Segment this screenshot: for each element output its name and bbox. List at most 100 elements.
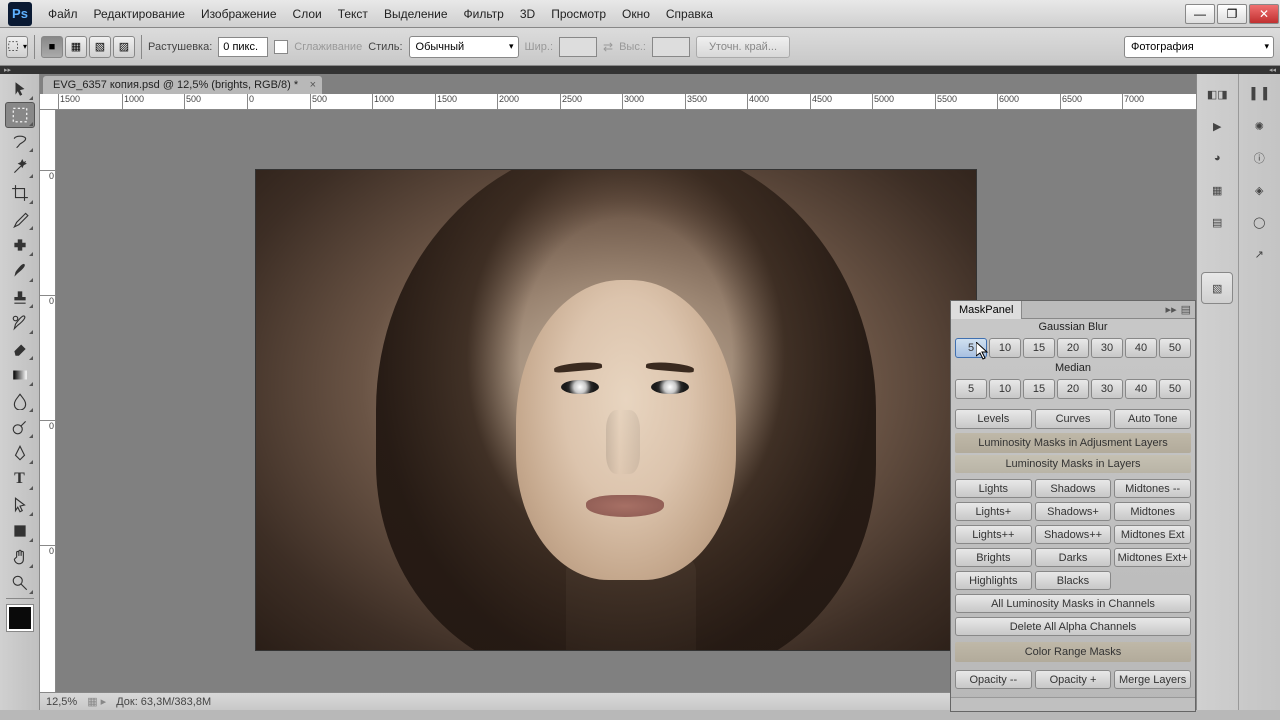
gear-icon[interactable]: ✺ (1245, 114, 1273, 138)
refine-edge-button[interactable]: Уточн. край... (696, 36, 790, 58)
gblur-30[interactable]: 30 (1091, 338, 1123, 358)
menu-select[interactable]: Выделение (376, 0, 456, 27)
curves-button[interactable]: Curves (1035, 409, 1112, 429)
gblur-10[interactable]: 10 (989, 338, 1021, 358)
levels-button[interactable]: Levels (955, 409, 1032, 429)
median-5[interactable]: 5 (955, 379, 987, 399)
menu-file[interactable]: Файл (40, 0, 86, 27)
blacks-button[interactable]: Blacks (1035, 571, 1112, 590)
eyedropper-tool-icon[interactable] (5, 206, 35, 232)
opacity-minus-button[interactable]: Opacity -- (955, 670, 1032, 689)
brush-tool-icon[interactable] (5, 258, 35, 284)
highlights-button[interactable]: Highlights (955, 571, 1032, 590)
stack-icon[interactable]: ◈ (1245, 178, 1273, 202)
path-icon[interactable]: ↗ (1245, 242, 1273, 266)
maximize-button[interactable]: ❐ (1217, 4, 1247, 24)
median-40[interactable]: 40 (1125, 379, 1157, 399)
shape-tool-icon[interactable] (5, 518, 35, 544)
style-select[interactable]: Обычный (409, 36, 519, 58)
close-button[interactable]: ✕ (1249, 4, 1279, 24)
autotone-button[interactable]: Auto Tone (1114, 409, 1191, 429)
play-icon[interactable]: ▶ (1203, 114, 1231, 138)
extra-panel-icon[interactable]: ▧ (1201, 272, 1233, 304)
midtones-button[interactable]: Midtones (1114, 502, 1191, 521)
tool-preset[interactable] (6, 36, 28, 58)
menu-edit[interactable]: Редактирование (86, 0, 193, 27)
swap-icon[interactable]: ⇄ (603, 40, 613, 54)
median-30[interactable]: 30 (1091, 379, 1123, 399)
panel-collapse-icon[interactable]: ▸▸ (1166, 303, 1177, 316)
merge-layers-button[interactable]: Merge Layers (1114, 670, 1191, 689)
median-50[interactable]: 50 (1159, 379, 1191, 399)
heal-tool-icon[interactable] (5, 232, 35, 258)
menu-image[interactable]: Изображение (193, 0, 285, 27)
text-tool-icon[interactable]: T (5, 466, 35, 492)
median-20[interactable]: 20 (1057, 379, 1089, 399)
midtones-ext-button[interactable]: Midtones Ext (1114, 525, 1191, 544)
new-selection-icon[interactable]: ■ (41, 36, 63, 58)
intersect-selection-icon[interactable]: ▨ (113, 36, 135, 58)
lights-pp-button[interactable]: Lights++ (955, 525, 1032, 544)
lights-plus-button[interactable]: Lights+ (955, 502, 1032, 521)
shadows-plus-button[interactable]: Shadows+ (1035, 502, 1112, 521)
all-lum-channels-button[interactable]: All Luminosity Masks in Channels (955, 594, 1191, 613)
lights-button[interactable]: Lights (955, 479, 1032, 498)
midtones-minus-button[interactable]: Midtones -- (1114, 479, 1191, 498)
blur-tool-icon[interactable] (5, 388, 35, 414)
antialias-checkbox[interactable] (274, 40, 288, 54)
median-10[interactable]: 10 (989, 379, 1021, 399)
menu-view[interactable]: Просмотр (543, 0, 614, 27)
close-tab-icon[interactable]: × (310, 79, 316, 91)
pen-tool-icon[interactable] (5, 440, 35, 466)
grid-icon[interactable]: ▦ (1203, 178, 1231, 202)
gblur-15[interactable]: 15 (1023, 338, 1055, 358)
lasso-tool-icon[interactable] (5, 128, 35, 154)
gblur-20[interactable]: 20 (1057, 338, 1089, 358)
darks-button[interactable]: Darks (1035, 548, 1112, 567)
info-icon[interactable]: ⓘ (1245, 146, 1273, 170)
menu-help[interactable]: Справка (658, 0, 721, 27)
zoom-tool-icon[interactable] (5, 570, 35, 596)
delete-alpha-button[interactable]: Delete All Alpha Channels (955, 617, 1191, 636)
marquee-tool-icon[interactable] (5, 102, 35, 128)
shadows-button[interactable]: Shadows (1035, 479, 1112, 498)
circle-icon[interactable]: ◯ (1245, 210, 1273, 234)
history-brush-icon[interactable] (5, 310, 35, 336)
menu-3d[interactable]: 3D (512, 0, 543, 27)
opacity-plus-button[interactable]: Opacity + (1035, 670, 1112, 689)
expand-left-icon[interactable]: ▸▸ (4, 66, 11, 74)
wand-tool-icon[interactable] (5, 154, 35, 180)
menu-window[interactable]: Окно (614, 0, 658, 27)
zoom-value[interactable]: 12,5% (46, 696, 77, 708)
document-tab[interactable]: EVG_6357 копия.psd @ 12,5% (brights, RGB… (43, 76, 322, 94)
feather-input[interactable] (218, 37, 268, 57)
minimize-button[interactable]: — (1185, 4, 1215, 24)
panel-menu-icon[interactable]: ▤ (1181, 303, 1191, 316)
eraser-tool-icon[interactable] (5, 336, 35, 362)
gblur-5[interactable]: 5 (955, 338, 987, 358)
gblur-50[interactable]: 50 (1159, 338, 1191, 358)
midtones-extp-button[interactable]: Midtones Ext+ (1114, 548, 1191, 567)
shadows-pp-button[interactable]: Shadows++ (1035, 525, 1112, 544)
adjustments-icon[interactable]: ◧◨ (1203, 82, 1231, 106)
swatches-icon[interactable]: ◕ (1203, 146, 1231, 170)
path-select-icon[interactable] (5, 492, 35, 518)
median-15[interactable]: 15 (1023, 379, 1055, 399)
layers-icon[interactable]: ▤ (1203, 210, 1231, 234)
hand-tool-icon[interactable] (5, 544, 35, 570)
foreground-color[interactable] (7, 605, 33, 631)
crop-tool-icon[interactable] (5, 180, 35, 206)
stamp-tool-icon[interactable] (5, 284, 35, 310)
dodge-tool-icon[interactable] (5, 414, 35, 440)
menu-filter[interactable]: Фильтр (456, 0, 512, 27)
gradient-tool-icon[interactable] (5, 362, 35, 388)
workspace-select[interactable]: Фотография (1124, 36, 1274, 58)
gblur-40[interactable]: 40 (1125, 338, 1157, 358)
histogram-icon[interactable]: ▌▐ (1245, 82, 1273, 106)
maskpanel-tab[interactable]: MaskPanel (951, 301, 1022, 319)
brights-button[interactable]: Brights (955, 548, 1032, 567)
add-selection-icon[interactable]: ▦ (65, 36, 87, 58)
menu-layers[interactable]: Слои (285, 0, 330, 27)
subtract-selection-icon[interactable]: ▧ (89, 36, 111, 58)
menu-text[interactable]: Текст (330, 0, 376, 27)
